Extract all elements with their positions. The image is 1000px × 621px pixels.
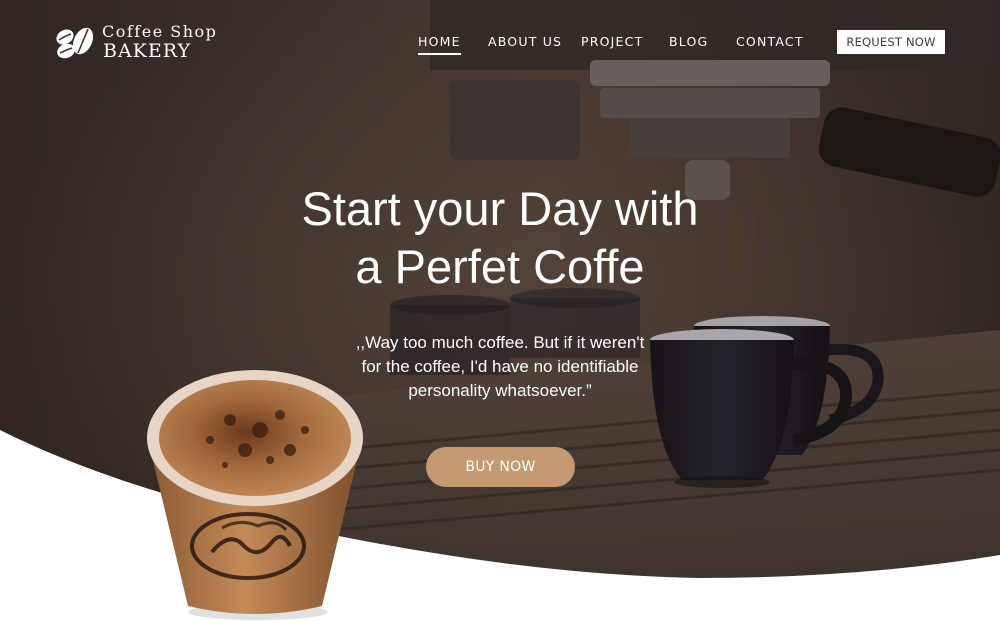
request-now-button[interactable]: REQUEST NOW (837, 30, 945, 54)
nav-home[interactable]: HOME (418, 34, 461, 55)
buy-now-button[interactable]: BUY NOW (426, 447, 575, 487)
coffee-cup-image (147, 370, 363, 620)
hero-quote-line-3: personality whatsoever.” (408, 381, 592, 400)
brand-logo[interactable]: Coffee Shop BAKERY (54, 22, 218, 66)
hero-title: Start your Day with a Perfet Coffe (200, 180, 800, 296)
nav-about-us[interactable]: ABOUT US (488, 34, 562, 49)
nav-blog[interactable]: BLOG (669, 34, 708, 49)
coffee-beans-icon (56, 27, 94, 59)
hero-quote: ,,Way too much coffee. But if it weren't… (340, 331, 660, 403)
hero-section: Coffee Shop BAKERY HOME ABOUT US PROJECT… (0, 0, 1000, 621)
nav-contact[interactable]: CONTACT (736, 34, 804, 49)
brand-name-top: Coffee Shop (102, 22, 218, 41)
hero-quote-line-2: for the coffee, I'd have no identifiable (361, 357, 639, 376)
hero-quote-line-1: ,,Way too much coffee. But if it weren't (355, 333, 645, 352)
hero-title-line-2: a Perfet Coffe (355, 240, 645, 293)
hero-title-line-1: Start your Day with (301, 182, 699, 235)
nav-project[interactable]: PROJECT (581, 34, 643, 49)
brand-name-bottom: BAKERY (103, 40, 192, 62)
